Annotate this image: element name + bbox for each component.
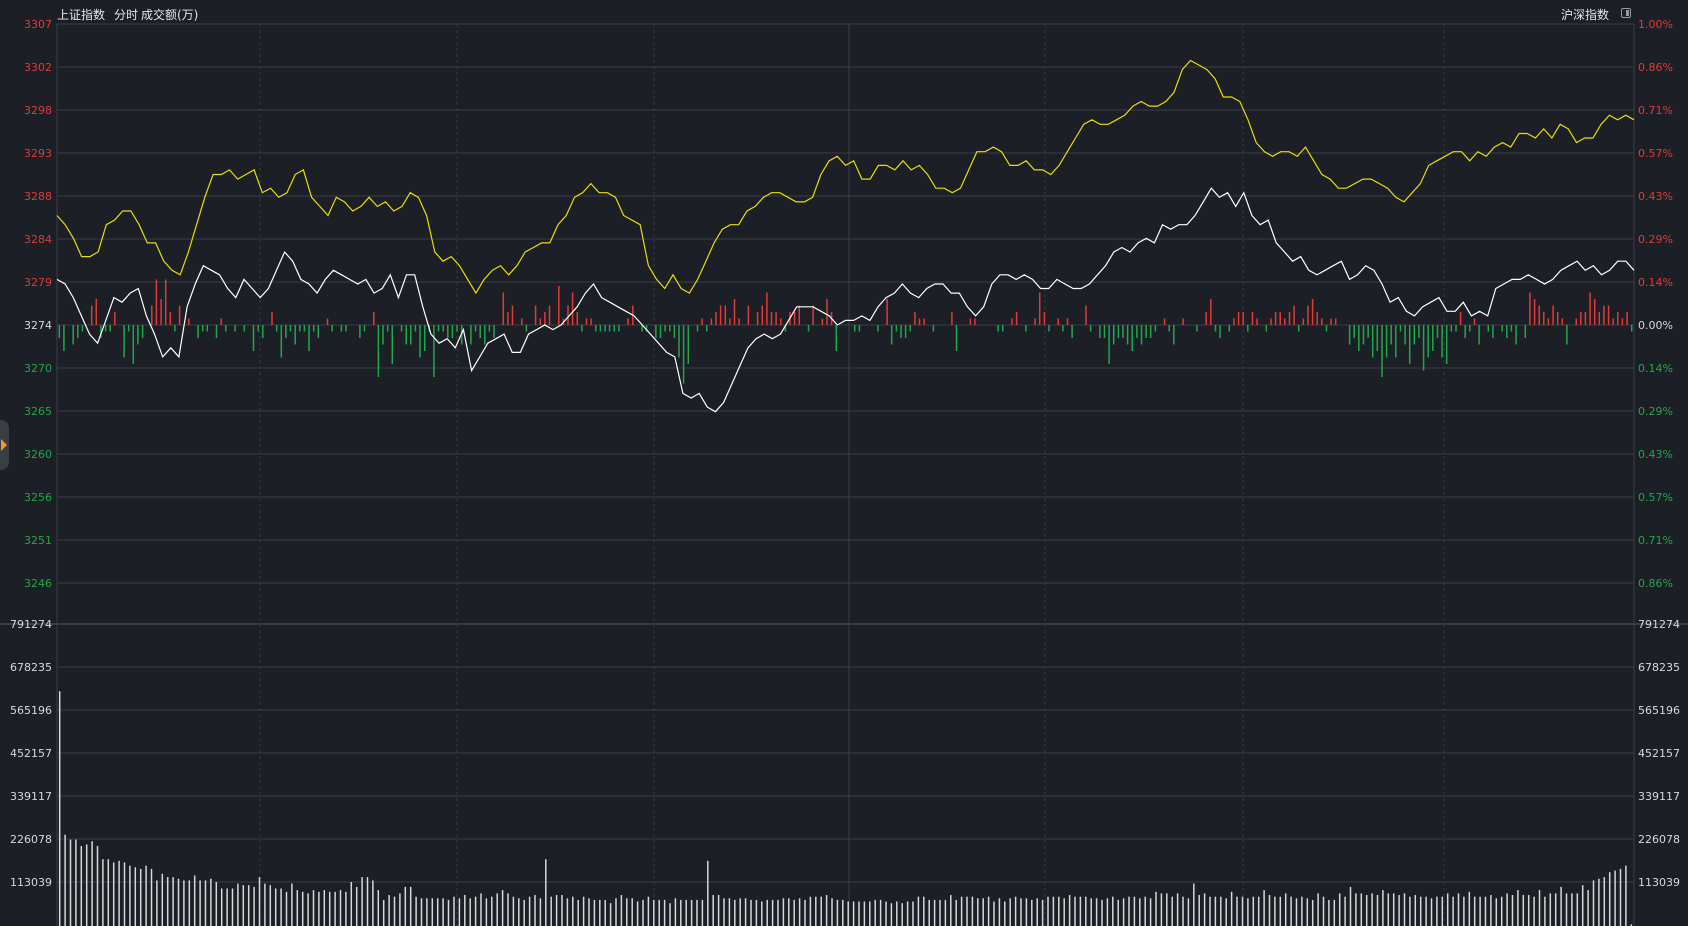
right-percent-tick: 0.00% xyxy=(1638,319,1673,332)
right-percent-tick: 0.57% xyxy=(1638,491,1673,504)
right-percent-tick: 0.71% xyxy=(1638,104,1673,117)
right-percent-tick: 0.43% xyxy=(1638,448,1673,461)
left-price-tick: 3251 xyxy=(24,534,52,547)
average-line xyxy=(56,59,1635,295)
left-volume-tick: 452157 xyxy=(10,747,52,760)
left-volume-tick: 565196 xyxy=(10,704,52,717)
left-volume-tick: 226078 xyxy=(10,833,52,846)
left-price-tick: 3274 xyxy=(24,319,52,332)
panel-toggle-icon[interactable] xyxy=(1621,8,1631,18)
left-price-tick: 3293 xyxy=(24,147,52,160)
expand-arrow-icon[interactable] xyxy=(0,420,9,470)
left-price-tick: 3284 xyxy=(24,233,52,246)
left-price-tick: 3307 xyxy=(24,18,52,31)
left-price-tick: 3288 xyxy=(24,190,52,203)
grid-lines xyxy=(0,23,1688,926)
left-price-tick: 3298 xyxy=(24,104,52,117)
volume-bars xyxy=(58,691,1633,926)
right-volume-tick: 113039 xyxy=(1638,876,1680,889)
right-percent-tick: 0.57% xyxy=(1638,147,1673,160)
right-percent-tick: 0.43% xyxy=(1638,190,1673,203)
mode-tab[interactable]: 分时 xyxy=(114,6,138,23)
right-percent-tick: 0.86% xyxy=(1638,61,1673,74)
intraday-chart[interactable]: 3307 3302 3298 3293 3288 3284 3279 3274 3270 3265… xyxy=(0,0,1688,926)
left-price-tick: 3265 xyxy=(24,405,52,418)
right-volume-tick: 565196 xyxy=(1638,704,1680,717)
left-price-tick: 3260 xyxy=(24,448,52,461)
left-price-tick: 3302 xyxy=(24,61,52,74)
left-volume-tick: 339117 xyxy=(10,790,52,803)
left-price-tick: 3246 xyxy=(24,577,52,590)
index-name[interactable]: 上证指数 xyxy=(57,6,105,23)
compare-index-label[interactable]: 沪深指数 xyxy=(1561,6,1609,23)
right-volume-tick: 791274 xyxy=(1638,618,1680,631)
right-percent-tick: 0.29% xyxy=(1638,233,1673,246)
price-line xyxy=(56,187,1635,413)
left-volume-tick: 678235 xyxy=(10,661,52,674)
right-percent-tick: 1.00% xyxy=(1638,18,1673,31)
right-volume-tick: 339117 xyxy=(1638,790,1680,803)
left-price-tick: 3279 xyxy=(24,276,52,289)
right-volume-tick: 452157 xyxy=(1638,747,1680,760)
right-percent-tick: 0.29% xyxy=(1638,405,1673,418)
right-percent-tick: 0.71% xyxy=(1638,534,1673,547)
left-volume-tick: 113039 xyxy=(10,876,52,889)
right-percent-tick: 0.86% xyxy=(1638,577,1673,590)
left-price-tick: 3270 xyxy=(24,362,52,375)
price-lines xyxy=(56,59,1635,413)
volume-label[interactable]: 成交额(万) xyxy=(141,6,198,23)
left-price-tick: 3256 xyxy=(24,491,52,504)
right-percent-tick: 0.14% xyxy=(1638,276,1673,289)
right-percent-tick: 0.14% xyxy=(1638,362,1673,375)
left-volume-tick: 791274 xyxy=(10,618,52,631)
right-volume-tick: 678235 xyxy=(1638,661,1680,674)
right-volume-tick: 226078 xyxy=(1638,833,1680,846)
